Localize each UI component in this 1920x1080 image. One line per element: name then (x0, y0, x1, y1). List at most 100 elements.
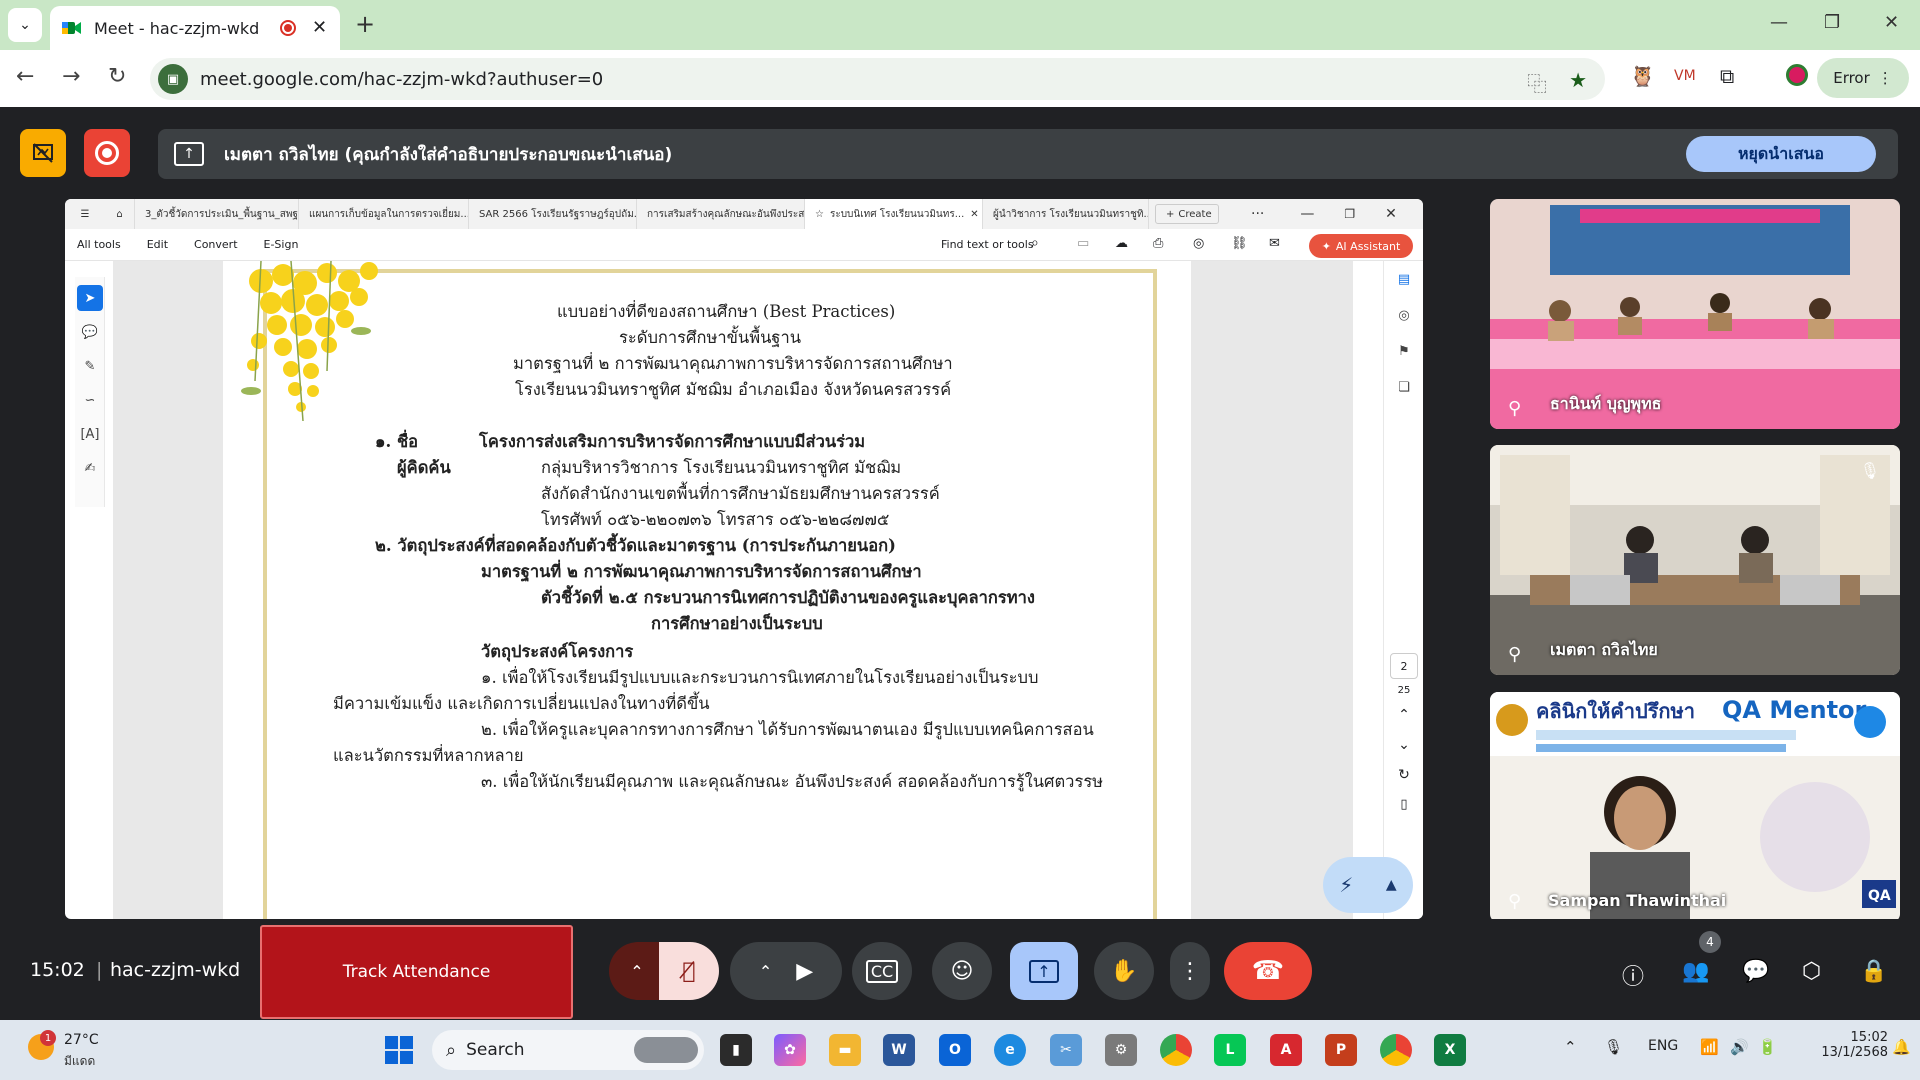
app-settings-icon[interactable]: ⚙ (1105, 1034, 1137, 1066)
acrobat-tab-4[interactable]: การเสริมสร้างคุณลักษณะอันพึงประส... (637, 199, 805, 229)
track-attendance-button[interactable]: Track Attendance (260, 925, 573, 1019)
address-bar[interactable]: ▣ meet.google.com/hac-zzjm-wkd?authuser=… (150, 58, 1605, 100)
close-tab-icon[interactable]: ✕ (312, 17, 327, 38)
edit-pdf-icon[interactable]: ▤ (1384, 261, 1423, 297)
rotate-icon[interactable]: ↻ (1384, 767, 1423, 783)
minimize-icon[interactable]: — (1770, 12, 1788, 33)
system-clock[interactable]: 15:02 13/1/2568 (1804, 1030, 1888, 1060)
meeting-info-icon[interactable]: ⓘ (1622, 959, 1644, 991)
bookmarks-icon[interactable]: ⚑ (1384, 333, 1423, 369)
task-view-icon[interactable]: ▮ (720, 1034, 752, 1066)
people-icon[interactable]: 👥 (1682, 959, 1709, 984)
notification-bell-icon[interactable]: 🔔 (1892, 1038, 1911, 1056)
line-app-icon[interactable]: L (1214, 1034, 1246, 1066)
tab-search-button[interactable]: ⌄ (8, 8, 42, 42)
create-tab-button[interactable]: + Create (1155, 204, 1219, 224)
profile-error-button[interactable]: Error ⋮ (1817, 58, 1909, 98)
language-indicator[interactable]: ENG (1648, 1038, 1678, 1054)
reload-icon[interactable]: ↻ (108, 64, 126, 89)
acrobat-tab-3[interactable]: SAR 2566 โรงเรียนรัฐราษฎร์อุปถัม... (469, 199, 637, 229)
acrobat-tab-6[interactable]: ผู้นำวิชาการ โรงเรียนนวมินทราชูทิ... (983, 199, 1149, 229)
mic-options-button[interactable]: ⌃ (609, 942, 665, 1000)
leave-call-button[interactable]: ☎ (1224, 942, 1312, 1000)
page-down-icon[interactable]: ⌄ (1384, 737, 1423, 753)
translate-icon[interactable]: ⿻ (1527, 68, 1547, 97)
host-controls-icon[interactable]: 🔒 (1860, 959, 1887, 984)
chrome-icon[interactable] (1160, 1034, 1192, 1066)
browser-tab-meet[interactable]: Meet - hac-zzjm-wkd ✕ (50, 6, 340, 50)
menu-all-tools[interactable]: All tools (77, 238, 121, 251)
recording-button[interactable] (84, 129, 130, 177)
edge-icon[interactable]: e (994, 1034, 1026, 1066)
raise-hand-button[interactable]: ✋ (1094, 942, 1154, 1000)
pin-icon[interactable]: ⚲ (1508, 398, 1521, 419)
hamburger-menu-icon[interactable]: ☰ (65, 199, 105, 229)
home-icon[interactable]: ⌂ (105, 199, 135, 229)
chrome-profile-icon[interactable] (1380, 1034, 1412, 1066)
stop-presenting-button[interactable]: หยุดนำเสนอ (1686, 136, 1876, 172)
page-thumbnail-icon[interactable]: ▯ (1384, 797, 1423, 812)
acrobat-close-icon[interactable]: ✕ (1385, 206, 1397, 222)
document-canvas[interactable]: แบบอย่างที่ดีของสถานศึกษา (Best Practice… (113, 261, 1423, 919)
site-info-icon[interactable]: ▣ (158, 64, 188, 94)
battery-icon[interactable]: 🔋 (1758, 1038, 1777, 1056)
vm-extension-icon[interactable]: VM (1674, 68, 1696, 84)
copilot-icon[interactable]: ✿ (774, 1034, 806, 1066)
menu-edit[interactable]: Edit (147, 238, 168, 251)
comment-icon[interactable]: 💬 (77, 319, 103, 345)
menu-convert[interactable]: Convert (194, 238, 238, 251)
email-icon[interactable]: ✉ (1269, 236, 1280, 251)
taskbar-search[interactable]: ⌕ Search (432, 1030, 704, 1070)
restore-icon[interactable]: ❐ (1824, 12, 1840, 33)
more-options-button[interactable]: ⋮ (1170, 942, 1210, 1000)
acrobat-icon[interactable]: A (1270, 1034, 1302, 1066)
text-box-icon[interactable]: [A] (77, 421, 103, 447)
activities-icon[interactable]: ⬡ (1802, 959, 1821, 984)
menu-esign[interactable]: E-Sign (264, 238, 299, 251)
participant-tile-1[interactable]: ⚲ ธานินท์ บุญพุทธ (1490, 199, 1900, 429)
close-window-icon[interactable]: ✕ (1884, 12, 1899, 33)
chat-icon[interactable]: 💬 (1742, 959, 1769, 984)
forward-arrow-icon[interactable]: → (62, 64, 80, 89)
share-icon[interactable]: ◎ (1193, 236, 1204, 251)
search-icon[interactable]: ⌕ (1031, 235, 1039, 251)
acrobat-tab-1[interactable]: 3_ตัวชี้วัดการประเมิน_พื้นฐาน_สพฐ... (135, 199, 299, 229)
file-explorer-icon[interactable]: ▬ (829, 1034, 861, 1066)
find-text-label[interactable]: Find text or tools (941, 238, 1034, 251)
page-up-icon[interactable]: ⌃ (1384, 707, 1423, 723)
word-icon[interactable]: W (883, 1034, 915, 1066)
volume-icon[interactable]: 🔊 (1730, 1038, 1749, 1056)
wifi-icon[interactable]: 📶 (1700, 1038, 1719, 1056)
microphone-tray-icon[interactable]: 🎙 (1604, 1038, 1623, 1056)
acrobat-tab-5-active[interactable]: ☆ ระบบนิเทศ โรงเรียนนวมินทร... ✕ (805, 199, 983, 229)
annotation-toggle-button[interactable] (20, 129, 66, 177)
draw-freehand-icon[interactable]: ∽ (77, 387, 103, 413)
sign-icon[interactable]: ✍ (77, 455, 103, 481)
acrobat-restore-icon[interactable]: ❐ (1344, 207, 1355, 221)
more-icon[interactable]: ··· (1251, 206, 1264, 222)
back-arrow-icon[interactable]: ← (16, 64, 34, 89)
link-icon[interactable]: ⛓ (1231, 236, 1248, 251)
profile-avatar-icon[interactable] (1786, 64, 1808, 86)
highlight-pen-icon[interactable]: ✎ (77, 353, 103, 379)
pin-icon[interactable]: ⚲ (1508, 891, 1521, 912)
snipping-tool-icon[interactable]: ✂ (1050, 1034, 1082, 1066)
start-button[interactable] (385, 1036, 413, 1064)
show-hidden-icons[interactable]: ⌃ (1564, 1038, 1577, 1056)
captions-button[interactable]: CC (852, 942, 912, 1000)
print-icon[interactable]: ⎙ (1153, 236, 1163, 251)
participant-tile-3[interactable]: คลินิกให้คำปรึกษา QA Mentor QA ⚲ Sampan … (1490, 692, 1900, 922)
microphone-toggle-button[interactable]: 🎙̸ (659, 942, 719, 1000)
page-number-input[interactable]: 2 (1390, 653, 1418, 679)
pin-icon[interactable]: ⚲ (1508, 644, 1521, 665)
outlook-icon[interactable]: O (939, 1034, 971, 1066)
ai-assistant-button[interactable]: ✦ AI Assistant (1309, 234, 1413, 258)
present-screen-button[interactable]: ↑ (1010, 942, 1078, 1000)
camera-control-group[interactable]: ⌃ ▶︎ (730, 942, 842, 1000)
powerpoint-icon[interactable]: P (1325, 1034, 1357, 1066)
close-tab-icon[interactable]: ✕ (970, 209, 978, 220)
pages-panel-icon[interactable]: ❏ (1384, 369, 1423, 405)
comments-panel-icon[interactable]: ◎ (1384, 297, 1423, 333)
owl-extension-icon[interactable]: 🦉 (1630, 64, 1655, 88)
extensions-puzzle-icon[interactable]: ⧉ (1720, 64, 1734, 88)
